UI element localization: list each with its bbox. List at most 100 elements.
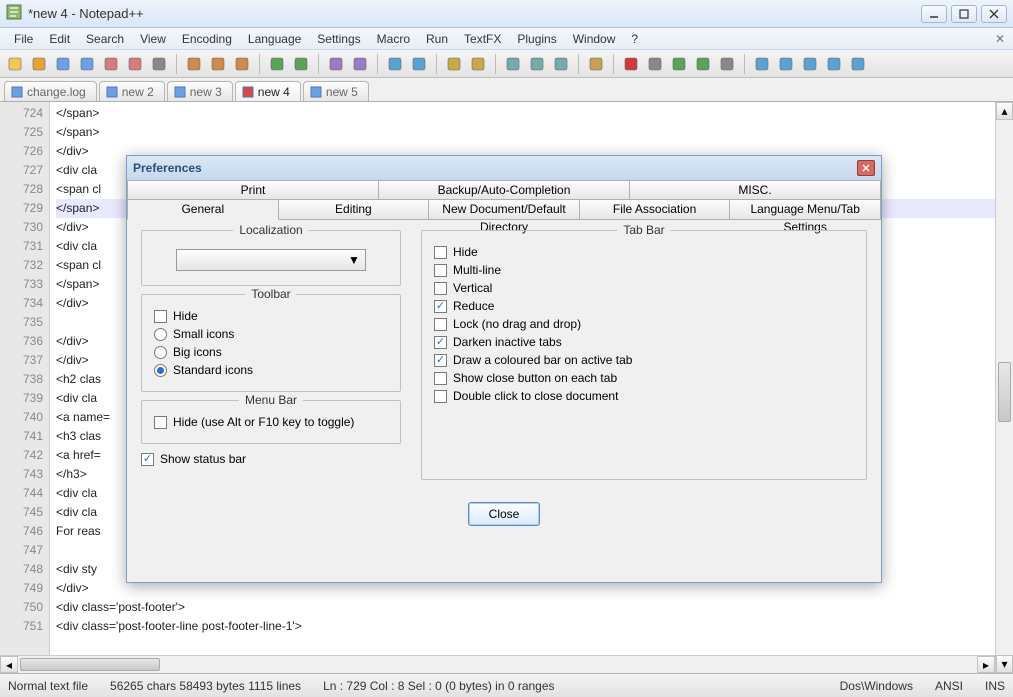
- scroll-thumb-v[interactable]: [998, 362, 1011, 422]
- doc-tab-1[interactable]: new 2: [99, 81, 165, 101]
- scroll-right-arrow-icon[interactable]: ▸: [977, 656, 995, 673]
- zoom-out-icon[interactable]: [408, 53, 430, 75]
- toolbar-standard-radio[interactable]: Standard icons: [154, 363, 388, 377]
- menu-edit[interactable]: Edit: [41, 30, 78, 48]
- menu-settings[interactable]: Settings: [309, 30, 368, 48]
- redo-icon[interactable]: [290, 53, 312, 75]
- show-statusbar-check[interactable]: Show status bar: [141, 452, 401, 466]
- undo-icon[interactable]: [266, 53, 288, 75]
- close-button[interactable]: [981, 5, 1007, 23]
- zoom-in-icon[interactable]: [384, 53, 406, 75]
- stop-icon[interactable]: [644, 53, 666, 75]
- tabbar-legend: Tab Bar: [617, 223, 670, 237]
- print-icon[interactable]: [148, 53, 170, 75]
- minimize-button[interactable]: [921, 5, 947, 23]
- menubar-group: Menu Bar Hide (use Alt or F10 key to tog…: [141, 400, 401, 444]
- all-chars-icon[interactable]: [526, 53, 548, 75]
- play-multi-icon[interactable]: [692, 53, 714, 75]
- folder-icon[interactable]: [585, 53, 607, 75]
- menubar-hide-check[interactable]: Hide (use Alt or F10 key to toggle): [154, 415, 388, 429]
- indent-icon[interactable]: [550, 53, 572, 75]
- menu-run[interactable]: Run: [418, 30, 456, 48]
- menu-search[interactable]: Search: [78, 30, 132, 48]
- tabbar-option-3[interactable]: Reduce: [434, 299, 854, 313]
- menu-file[interactable]: File: [6, 30, 41, 48]
- doc-tab-label: new 2: [122, 85, 154, 99]
- scroll-up-arrow-icon[interactable]: ▴: [996, 102, 1013, 120]
- tabbar-option-8[interactable]: Double click to close document: [434, 389, 854, 403]
- menu-window[interactable]: Window: [565, 30, 624, 48]
- menu-language[interactable]: Language: [240, 30, 309, 48]
- menu-view[interactable]: View: [132, 30, 174, 48]
- maximize-button[interactable]: [951, 5, 977, 23]
- paste-icon[interactable]: [231, 53, 253, 75]
- save-icon[interactable]: [52, 53, 74, 75]
- toggle-5-icon[interactable]: [847, 53, 869, 75]
- tabbar-option-0[interactable]: Hide: [434, 245, 854, 259]
- document-tabs: change.log new 2 new 3new 4 new 5: [0, 78, 1013, 102]
- tab-print[interactable]: Print: [127, 180, 379, 200]
- save-macro-icon[interactable]: [716, 53, 738, 75]
- vertical-scrollbar[interactable]: ▴ ▾: [995, 102, 1013, 673]
- toolbar-small-radio[interactable]: Small icons: [154, 327, 388, 341]
- doc-tab-0[interactable]: change.log: [4, 81, 97, 101]
- toggle-2-icon[interactable]: [775, 53, 797, 75]
- find-icon[interactable]: [325, 53, 347, 75]
- doc-tab-4[interactable]: new 5: [303, 81, 369, 101]
- replace-icon[interactable]: [349, 53, 371, 75]
- menu-macro[interactable]: Macro: [369, 30, 418, 48]
- menu-encoding[interactable]: Encoding: [174, 30, 240, 48]
- tab-fileassoc[interactable]: File Association: [580, 200, 731, 220]
- tab-backup[interactable]: Backup/Auto-Completion: [379, 180, 630, 200]
- tabbar-option-7[interactable]: Show close button on each tab: [434, 371, 854, 385]
- menu-textfx[interactable]: TextFX: [456, 30, 509, 48]
- tabbar-option-6[interactable]: Draw a coloured bar on active tab: [434, 353, 854, 367]
- tabbar-option-4[interactable]: Lock (no drag and drop): [434, 317, 854, 331]
- sync-v-icon[interactable]: [443, 53, 465, 75]
- doc-tab-3[interactable]: new 4: [235, 81, 301, 101]
- dialog-title: Preferences: [133, 161, 202, 175]
- toggle-3-icon[interactable]: [799, 53, 821, 75]
- toggle-4-icon[interactable]: [823, 53, 845, 75]
- toolbar-separator: [259, 54, 260, 74]
- tab-misc[interactable]: MISC.: [630, 180, 881, 200]
- status-encoding: ANSI: [935, 679, 963, 693]
- tabbar-option-1[interactable]: Multi-line: [434, 263, 854, 277]
- doc-close-x-icon[interactable]: ✕: [995, 32, 1005, 46]
- tabbar-option-2[interactable]: Vertical: [434, 281, 854, 295]
- dialog-tabs-bottom: General Editing New Document/Default Dir…: [127, 200, 881, 220]
- doc-tab-label: new 5: [326, 85, 358, 99]
- toolbar-big-radio[interactable]: Big icons: [154, 345, 388, 359]
- tab-general[interactable]: General: [127, 200, 279, 220]
- cut-icon[interactable]: [183, 53, 205, 75]
- scroll-thumb-h[interactable]: [20, 658, 160, 671]
- close-icon[interactable]: [100, 53, 122, 75]
- new-file-icon[interactable]: [4, 53, 26, 75]
- toolbar-hide-check[interactable]: Hide: [154, 309, 388, 323]
- save-all-icon[interactable]: [76, 53, 98, 75]
- checkbox-icon: [434, 300, 447, 313]
- toggle-1-icon[interactable]: [751, 53, 773, 75]
- dropdown-arrow-icon: ▼: [347, 253, 361, 267]
- tabbar-option-5[interactable]: Darken inactive tabs: [434, 335, 854, 349]
- scroll-down-arrow-icon[interactable]: ▾: [996, 655, 1013, 673]
- record-icon[interactable]: [620, 53, 642, 75]
- copy-icon[interactable]: [207, 53, 229, 75]
- dialog-close-icon[interactable]: [857, 160, 875, 176]
- doc-tab-2[interactable]: new 3: [167, 81, 233, 101]
- menu-plugins[interactable]: Plugins: [509, 30, 564, 48]
- horizontal-scrollbar[interactable]: ◂ ▸: [0, 655, 995, 673]
- close-all-icon[interactable]: [124, 53, 146, 75]
- sync-h-icon[interactable]: [467, 53, 489, 75]
- dialog-close-button[interactable]: Close: [468, 502, 541, 526]
- scroll-left-arrow-icon[interactable]: ◂: [0, 656, 18, 673]
- tab-langmenu[interactable]: Language Menu/Tab Settings: [730, 200, 881, 220]
- radio-icon: [154, 328, 167, 341]
- localization-combo[interactable]: ▼: [176, 249, 366, 271]
- tab-editing[interactable]: Editing: [279, 200, 430, 220]
- play-icon[interactable]: [668, 53, 690, 75]
- wrap-icon[interactable]: [502, 53, 524, 75]
- menu-help[interactable]: ?: [623, 30, 646, 48]
- tab-newdoc[interactable]: New Document/Default Directory: [429, 200, 580, 220]
- open-file-icon[interactable]: [28, 53, 50, 75]
